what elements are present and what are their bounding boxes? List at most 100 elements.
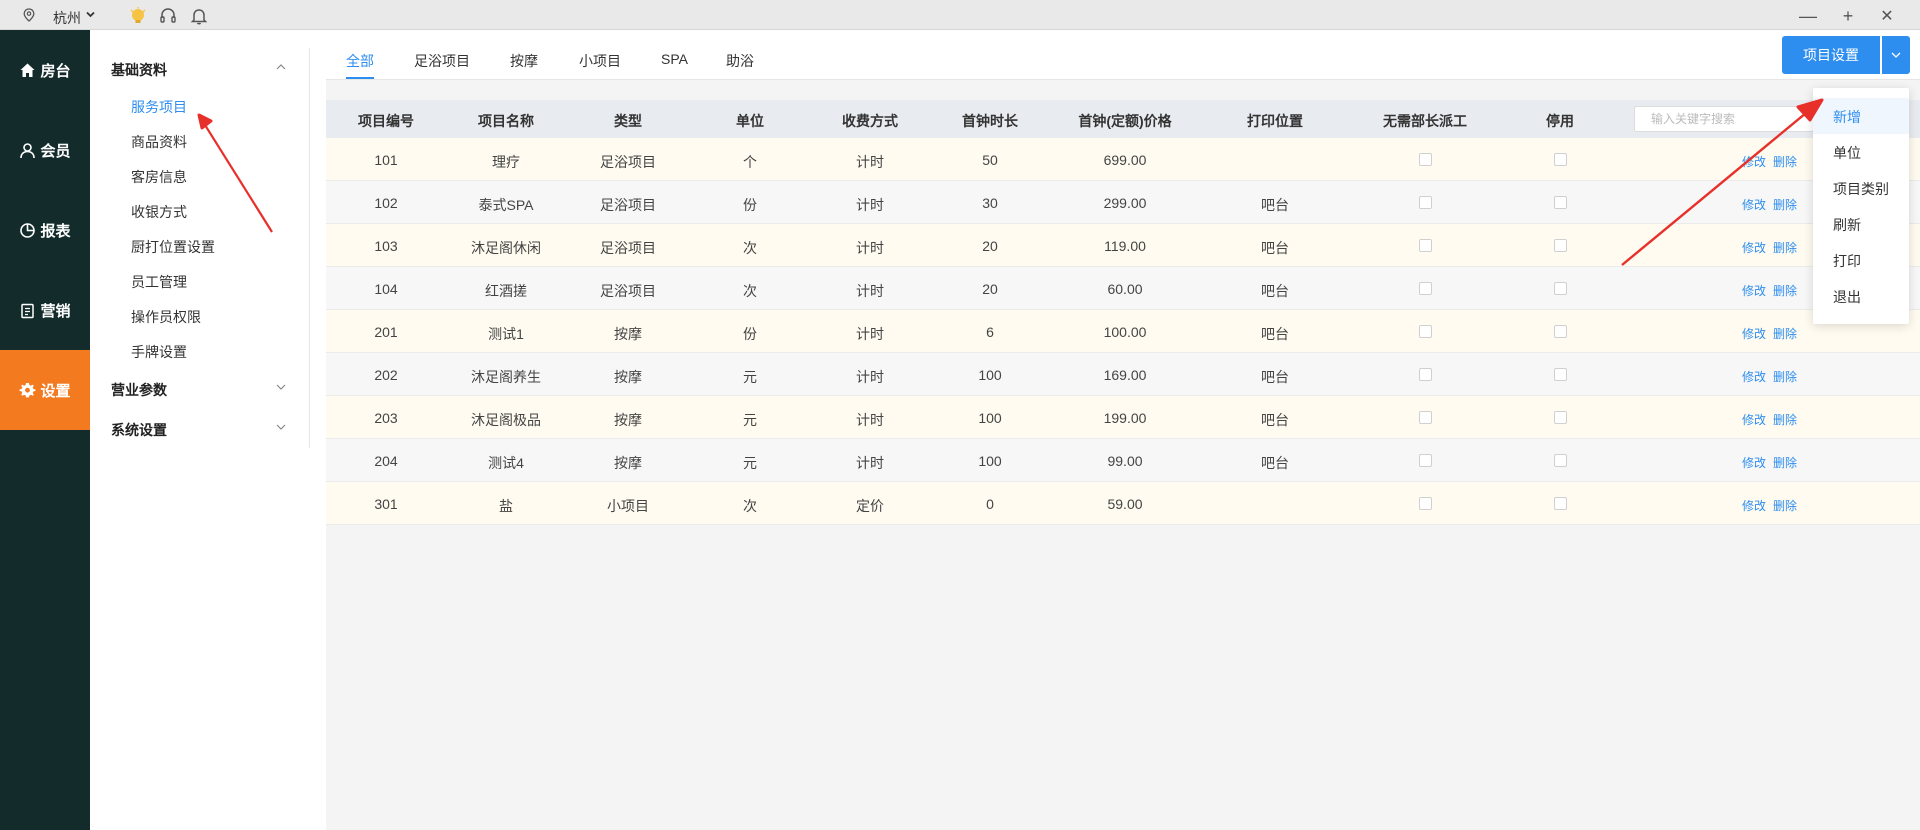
bell-icon[interactable] <box>189 6 209 26</box>
tab-small-items[interactable]: 小项目 <box>579 51 621 71</box>
cell-print-location: 吧台 <box>1261 455 1289 471</box>
chevron-down-icon[interactable] <box>276 424 286 430</box>
nav-item-settings[interactable]: 设置 <box>0 350 90 430</box>
submenu-item-goods[interactable]: 商品资料 <box>131 132 187 152</box>
edit-link[interactable]: 修改 <box>1742 497 1766 514</box>
cell-type: 按摩 <box>614 369 642 385</box>
submenu-item-permissions[interactable]: 操作员权限 <box>131 307 201 327</box>
submenu-item-rooms[interactable]: 客房信息 <box>131 167 187 187</box>
delete-link[interactable]: 删除 <box>1773 325 1797 342</box>
delete-link[interactable]: 删除 <box>1773 239 1797 256</box>
disabled-checkbox[interactable] <box>1554 325 1567 338</box>
delete-link[interactable]: 删除 <box>1773 454 1797 471</box>
delete-link[interactable]: 删除 <box>1773 153 1797 170</box>
close-button[interactable]: ✕ <box>1877 6 1897 26</box>
disabled-checkbox[interactable] <box>1554 411 1567 424</box>
nav-item-members[interactable]: 会员 <box>0 110 90 190</box>
chevron-down-icon[interactable] <box>86 11 95 18</box>
submenu-item-wristband[interactable]: 手牌设置 <box>131 342 187 362</box>
chevron-down-icon[interactable] <box>276 384 286 390</box>
disabled-checkbox[interactable] <box>1554 497 1567 510</box>
table-row[interactable]: 202 沐足阁养生 按摩 元 计时 100 169.00 吧台 修改 删除 <box>326 353 1920 396</box>
table-row[interactable]: 201 测试1 按摩 份 计时 6 100.00 吧台 修改 删除 <box>326 310 1920 353</box>
table-row[interactable]: 203 沐足阁极品 按摩 元 计时 100 199.00 吧台 修改 删除 <box>326 396 1920 439</box>
column-header-print-location: 打印位置 <box>1247 113 1303 129</box>
disabled-checkbox[interactable] <box>1554 282 1567 295</box>
edit-link[interactable]: 修改 <box>1742 282 1766 299</box>
delete-link[interactable]: 删除 <box>1773 411 1797 428</box>
delete-link[interactable]: 删除 <box>1773 368 1797 385</box>
table-row[interactable]: 104 红酒搓 足浴项目 次 计时 20 60.00 吧台 修改 删除 <box>326 267 1920 310</box>
group-business-params[interactable]: 营业参数 <box>111 380 167 400</box>
submenu-item-service-items[interactable]: 服务项目 <box>131 97 187 117</box>
menu-item-exit[interactable]: 退出 <box>1833 287 1861 307</box>
edit-link[interactable]: 修改 <box>1742 368 1766 385</box>
project-settings-button[interactable]: 项目设置 <box>1782 36 1880 74</box>
cell-unit: 次 <box>743 498 757 514</box>
menu-item-unit[interactable]: 单位 <box>1833 143 1861 163</box>
group-basic-data[interactable]: 基础资料 <box>111 60 167 80</box>
tab-bath-assist[interactable]: 助浴 <box>726 51 754 71</box>
edit-link[interactable]: 修改 <box>1742 239 1766 256</box>
menu-item-category[interactable]: 项目类别 <box>1833 179 1889 199</box>
table-row[interactable]: 204 测试4 按摩 元 计时 100 99.00 吧台 修改 删除 <box>326 439 1920 482</box>
tab-bar <box>326 30 1920 80</box>
tab-all[interactable]: 全部 <box>346 51 374 71</box>
search-input[interactable] <box>1634 106 1814 132</box>
nav-item-reports[interactable]: 报表 <box>0 190 90 270</box>
submenu-item-kitchen-print[interactable]: 厨打位置设置 <box>131 237 215 257</box>
edit-link[interactable]: 修改 <box>1742 196 1766 213</box>
menu-item-refresh[interactable]: 刷新 <box>1833 215 1861 235</box>
edit-link[interactable]: 修改 <box>1742 325 1766 342</box>
table-row[interactable]: 301 盐 小项目 次 定价 0 59.00 修改 删除 <box>326 482 1920 525</box>
cell-duration: 50 <box>982 152 998 168</box>
nav-item-rooms[interactable]: 房台 <box>0 30 90 110</box>
no-dispatch-checkbox[interactable] <box>1419 497 1432 510</box>
no-dispatch-checkbox[interactable] <box>1419 153 1432 166</box>
cell-unit: 元 <box>743 455 757 471</box>
no-dispatch-checkbox[interactable] <box>1419 368 1432 381</box>
submenu-item-payment[interactable]: 收银方式 <box>131 202 187 222</box>
no-dispatch-checkbox[interactable] <box>1419 239 1432 252</box>
cell-price: 199.00 <box>1103 410 1147 426</box>
nav-item-marketing[interactable]: 营销 <box>0 270 90 350</box>
disabled-checkbox[interactable] <box>1554 196 1567 209</box>
disabled-checkbox[interactable] <box>1554 153 1567 166</box>
edit-link[interactable]: 修改 <box>1742 454 1766 471</box>
cell-price: 59.00 <box>1107 496 1143 512</box>
disabled-checkbox[interactable] <box>1554 454 1567 467</box>
no-dispatch-checkbox[interactable] <box>1419 196 1432 209</box>
project-settings-dropdown-toggle[interactable] <box>1882 36 1910 74</box>
tab-spa[interactable]: SPA <box>661 51 688 67</box>
disabled-checkbox[interactable] <box>1554 239 1567 252</box>
delete-link[interactable]: 删除 <box>1773 282 1797 299</box>
delete-link[interactable]: 删除 <box>1773 196 1797 213</box>
no-dispatch-checkbox[interactable] <box>1419 411 1432 424</box>
table-row[interactable]: 102 泰式SPA 足浴项目 份 计时 30 299.00 吧台 修改 删除 <box>326 181 1920 224</box>
chevron-up-icon[interactable] <box>276 64 286 70</box>
no-dispatch-checkbox[interactable] <box>1419 325 1432 338</box>
disabled-checkbox[interactable] <box>1554 368 1567 381</box>
headset-icon[interactable] <box>158 6 178 26</box>
table-row[interactable]: 103 沐足阁休闲 足浴项目 次 计时 20 119.00 吧台 修改 删除 <box>326 224 1920 267</box>
menu-item-print[interactable]: 打印 <box>1833 251 1861 271</box>
group-system-settings[interactable]: 系统设置 <box>111 420 167 440</box>
home-icon <box>20 63 35 77</box>
lightbulb-icon[interactable] <box>128 6 148 26</box>
edit-link[interactable]: 修改 <box>1742 153 1766 170</box>
maximize-button[interactable]: + <box>1838 6 1858 26</box>
menu-item-add[interactable]: 新增 <box>1833 107 1861 127</box>
submenu-item-staff[interactable]: 员工管理 <box>131 272 187 292</box>
edit-link[interactable]: 修改 <box>1742 411 1766 428</box>
table-row[interactable]: 101 理疗 足浴项目 个 计时 50 699.00 修改 删除 <box>326 138 1920 181</box>
main-nav: 房台 会员 报表 营销 设置 <box>0 30 90 830</box>
tab-massage[interactable]: 按摩 <box>510 51 538 71</box>
tab-foot-bath[interactable]: 足浴项目 <box>414 51 470 71</box>
city-selector[interactable]: 杭州 <box>53 8 81 28</box>
column-header-type: 类型 <box>614 113 642 129</box>
no-dispatch-checkbox[interactable] <box>1419 454 1432 467</box>
minimize-button[interactable]: — <box>1798 6 1818 26</box>
delete-link[interactable]: 删除 <box>1773 497 1797 514</box>
no-dispatch-checkbox[interactable] <box>1419 282 1432 295</box>
submenu-divider <box>309 48 310 448</box>
